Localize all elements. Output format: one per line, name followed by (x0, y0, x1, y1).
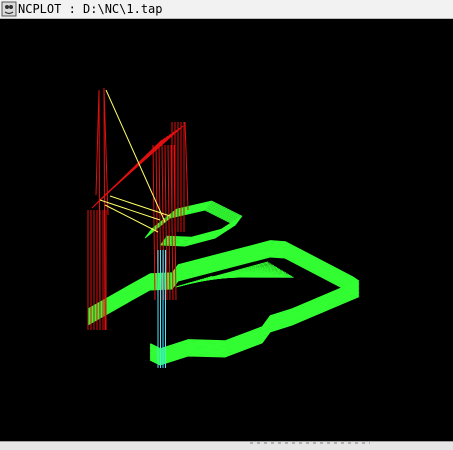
rapid-move-vertical (98, 89, 101, 331)
rapid-move-vertical (184, 121, 189, 211)
status-bar (0, 441, 453, 450)
plot-viewport[interactable] (0, 19, 453, 441)
rapid-move-diagonal (95, 89, 100, 196)
title-bar[interactable]: NCPLOT : D:\NC\1.tap (0, 0, 453, 19)
window-title: NCPLOT : D:\NC\1.tap (18, 2, 163, 16)
status-text-fragment (250, 442, 370, 444)
ncplot-app-icon[interactable] (1, 1, 17, 17)
feed-pass-lower-inner (209, 276, 294, 278)
toolpath-plot[interactable] (0, 19, 453, 441)
